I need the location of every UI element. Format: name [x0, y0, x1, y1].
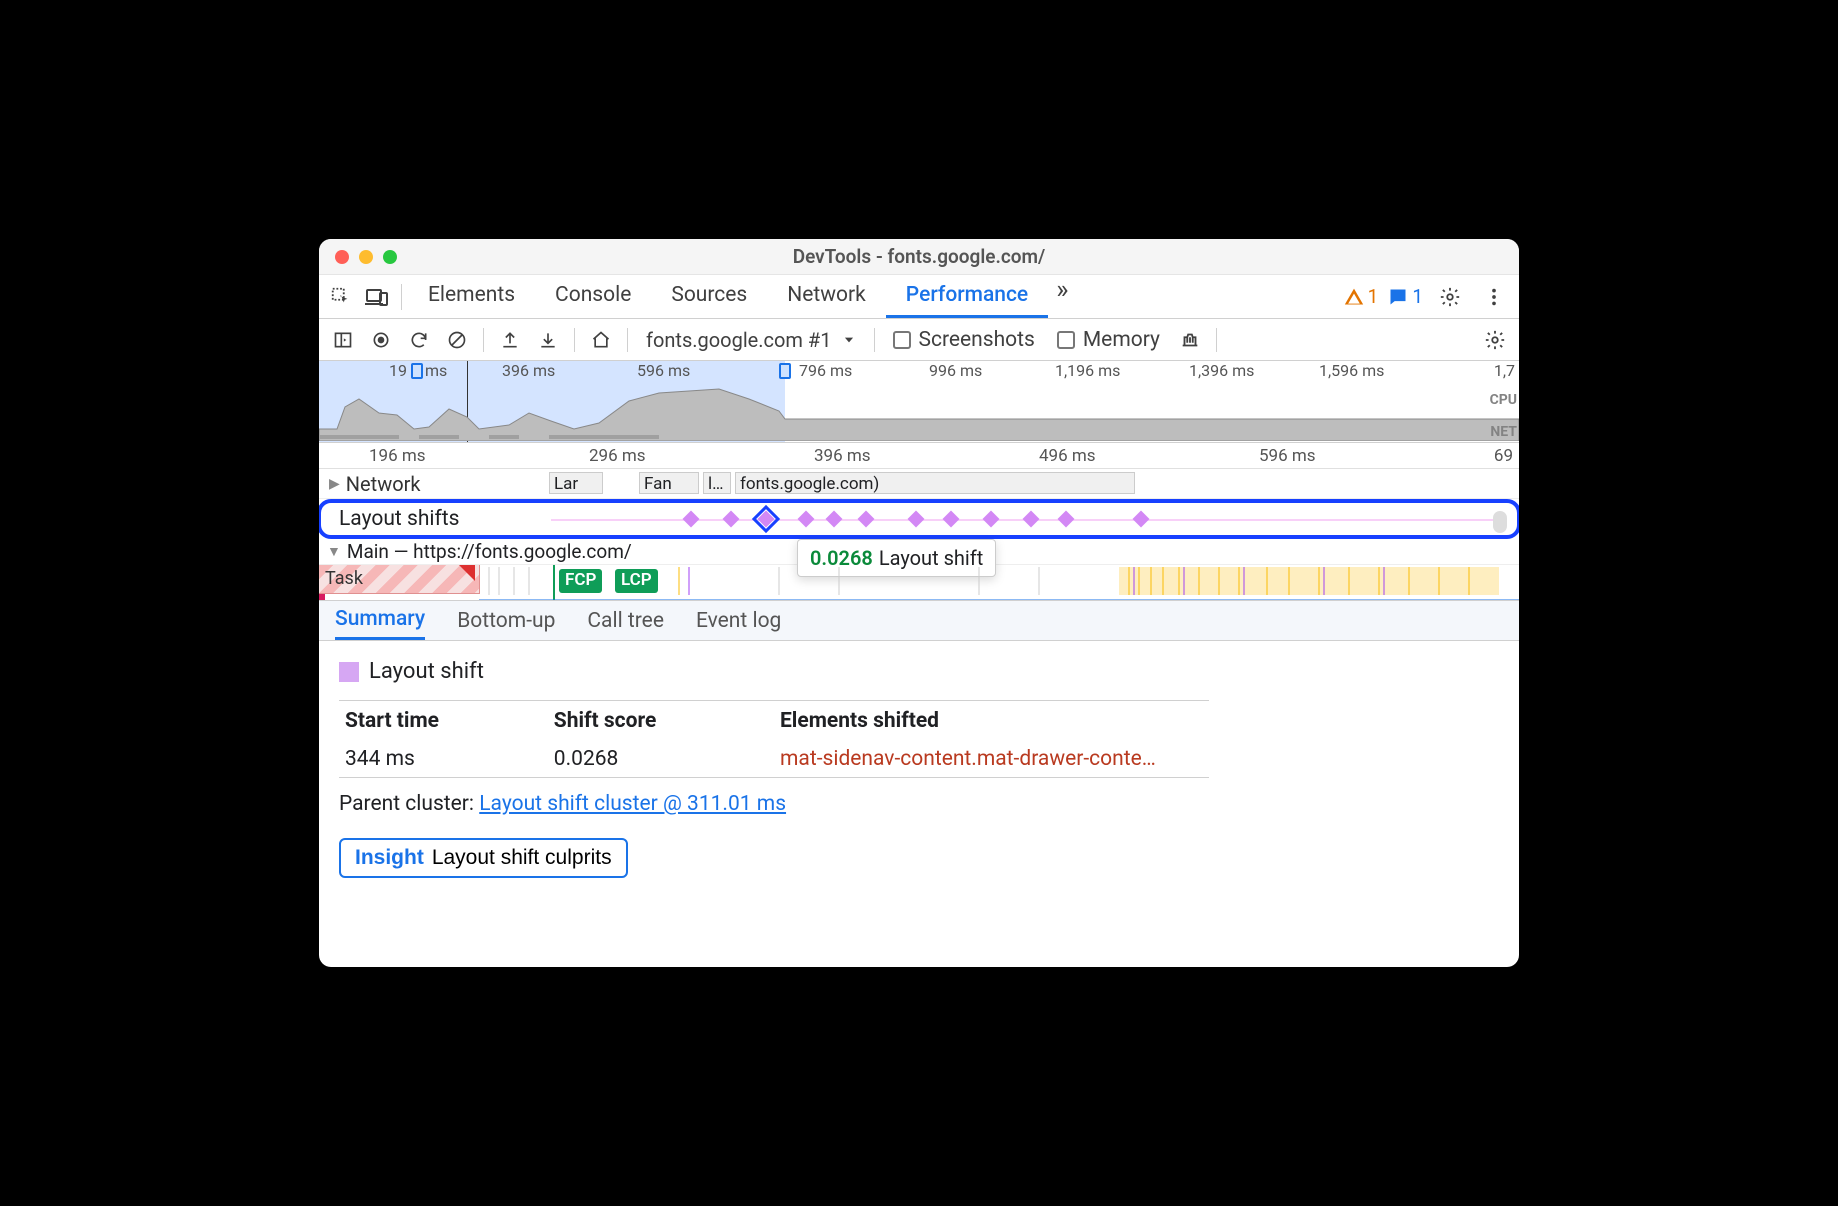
summary-table: Start time Shift score Elements shifted …	[339, 700, 1209, 778]
devtools-window: DevTools - fonts.google.com/ Elements Co…	[319, 239, 1519, 967]
layout-shift-marker[interactable]	[983, 511, 1000, 528]
detail-tab-call-tree[interactable]: Call tree	[587, 603, 664, 639]
network-segment[interactable]: fonts.google.com)	[735, 472, 1135, 494]
network-track[interactable]: ▶ Network Lar Fan l… fonts.google.com)	[319, 469, 1519, 499]
detail-tab-event-log[interactable]: Event log	[696, 603, 781, 639]
flame-chart[interactable]: Task FCP LCP	[319, 565, 1519, 601]
summary-heading: Layout shift	[369, 659, 484, 684]
table-row: 344 ms 0.0268 mat-sidenav-content.mat-dr…	[339, 741, 1209, 778]
long-task-indicator	[459, 565, 475, 581]
col-shift-score: Shift score	[548, 701, 774, 742]
memory-checkbox[interactable]: Memory	[1047, 328, 1170, 352]
screenshots-checkbox[interactable]: Screenshots	[883, 328, 1045, 352]
insight-button[interactable]: Insight Layout shift culprits	[339, 838, 628, 878]
tabs-overflow-icon[interactable]: »	[1048, 275, 1076, 318]
upload-icon[interactable]	[492, 322, 528, 358]
layout-shifts-track[interactable]: Layout shifts	[319, 499, 1519, 539]
network-segment[interactable]: Fan	[639, 472, 699, 494]
network-segment[interactable]: l…	[703, 472, 731, 494]
parent-cluster-link[interactable]: Layout shift cluster @ 311.01 ms	[479, 792, 786, 816]
tab-console[interactable]: Console	[535, 275, 651, 318]
toggle-sidebar-icon[interactable]	[325, 322, 361, 358]
layout-shift-marker[interactable]	[943, 511, 960, 528]
zoom-window-button[interactable]	[383, 250, 397, 264]
network-segment[interactable]: Lar	[549, 472, 603, 494]
time-ruler: 196 ms 296 ms 396 ms 496 ms 596 ms 69	[319, 443, 1519, 469]
layout-shift-marker[interactable]	[723, 511, 740, 528]
devtools-tabbar: Elements Console Sources Network Perform…	[319, 275, 1519, 319]
layout-shift-marker[interactable]	[1058, 511, 1075, 528]
warnings-badge[interactable]: 1	[1344, 285, 1379, 308]
val-start-time: 344 ms	[339, 741, 548, 778]
layout-shift-marker[interactable]	[798, 511, 815, 528]
home-icon[interactable]	[583, 322, 619, 358]
layout-shift-marker[interactable]	[908, 511, 925, 528]
timeline-overview[interactable]: 19ms 396 ms 596 ms 796 ms 996 ms 1,196 m…	[319, 361, 1519, 443]
record-icon[interactable]	[363, 322, 399, 358]
net-label: NET	[1490, 421, 1517, 443]
capture-settings-icon[interactable]	[1477, 322, 1513, 358]
tab-performance[interactable]: Performance	[886, 275, 1048, 318]
recording-select[interactable]: fonts.google.com #1	[636, 324, 866, 356]
recording-select-label: fonts.google.com #1	[646, 328, 832, 352]
tab-elements[interactable]: Elements	[408, 275, 535, 318]
reload-record-icon[interactable]	[401, 322, 437, 358]
window-title: DevTools - fonts.google.com/	[319, 245, 1519, 268]
tab-sources[interactable]: Sources	[651, 275, 767, 318]
layout-shift-marker[interactable]	[683, 511, 700, 528]
val-elements-shifted[interactable]: mat-sidenav-content.mat-drawer-conte…	[774, 741, 1209, 778]
garbage-collect-icon[interactable]	[1172, 322, 1208, 358]
parent-cluster: Parent cluster: Layout shift cluster @ 3…	[339, 792, 1209, 816]
layout-shift-marker-selected[interactable]	[758, 511, 775, 528]
inspect-element-icon[interactable]	[323, 279, 359, 315]
overview-ticks: 19ms 396 ms 596 ms 796 ms 996 ms 1,196 m…	[319, 361, 1519, 379]
val-shift-score: 0.0268	[548, 741, 774, 778]
traffic-lights	[319, 250, 397, 264]
download-icon[interactable]	[530, 322, 566, 358]
kebab-menu-icon[interactable]	[1477, 280, 1511, 314]
clear-icon[interactable]	[439, 322, 475, 358]
chevron-down-icon	[842, 333, 856, 347]
close-window-button[interactable]	[335, 250, 349, 264]
detail-tabs: Summary Bottom-up Call tree Event log	[319, 601, 1519, 641]
overview-handle-right[interactable]	[779, 363, 791, 379]
layout-shift-marker[interactable]	[858, 511, 875, 528]
layout-shift-marker[interactable]	[1133, 511, 1150, 528]
titlebar: DevTools - fonts.google.com/	[319, 239, 1519, 275]
device-toggle-icon[interactable]	[359, 279, 395, 315]
layout-shift-marker[interactable]	[1023, 511, 1040, 528]
cpu-graph	[319, 379, 1519, 441]
cpu-label: CPU	[1490, 389, 1517, 411]
messages-count: 1	[1412, 285, 1423, 308]
collapse-icon[interactable]: ▼	[327, 543, 341, 560]
settings-icon[interactable]	[1433, 280, 1467, 314]
col-start-time: Start time	[339, 701, 548, 742]
summary-panel: Layout shift Start time Shift score Elem…	[319, 641, 1229, 896]
layout-shift-swatch	[339, 662, 359, 682]
layout-shift-marker[interactable]	[826, 511, 843, 528]
col-elements: Elements shifted	[774, 701, 1209, 742]
tab-network[interactable]: Network	[767, 275, 886, 318]
warnings-count: 1	[1368, 285, 1379, 308]
overview-handle-left[interactable]	[411, 363, 423, 379]
expand-icon[interactable]: ▶	[329, 476, 340, 492]
performance-toolbar: fonts.google.com #1 Screenshots Memory	[319, 319, 1519, 361]
scroll-knob[interactable]	[1493, 511, 1507, 533]
minimize-window-button[interactable]	[359, 250, 373, 264]
messages-badge[interactable]: 1	[1388, 285, 1423, 308]
detail-tab-bottom-up[interactable]: Bottom-up	[457, 603, 555, 639]
detail-tab-summary[interactable]: Summary	[335, 601, 425, 640]
